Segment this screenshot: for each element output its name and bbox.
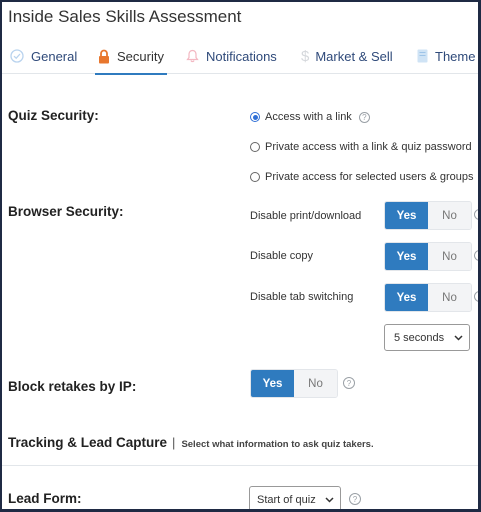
yes-option[interactable]: Yes (385, 243, 428, 270)
check-circle-icon (10, 49, 24, 63)
tab-label: Security (117, 48, 164, 64)
radio-label: Private access with a link & quiz passwo… (265, 141, 472, 153)
radio-button[interactable] (250, 112, 260, 122)
tab-switch-delay-select[interactable]: 5 seconds (384, 324, 470, 351)
yes-option[interactable]: Yes (251, 370, 294, 397)
tab-security[interactable]: Security (95, 38, 167, 75)
tab-label: General (31, 48, 78, 64)
chevron-down-icon (325, 495, 334, 507)
tab-notifications[interactable]: Notifications (186, 38, 277, 74)
select-value: 5 seconds (394, 331, 445, 344)
tracking-separator: | (172, 435, 176, 450)
radio-label: Private access for selected users & grou… (265, 171, 474, 183)
radio-private-users-groups[interactable]: Private access for selected users & grou… (250, 171, 473, 183)
disable-tab-switching-label: Disable tab switching (250, 291, 354, 303)
radio-private-link-password[interactable]: Private access with a link & quiz passwo… (250, 141, 472, 153)
radio-label: Access with a link (265, 111, 352, 123)
disable-print-label: Disable print/download (250, 210, 362, 222)
document-icon (417, 49, 428, 63)
block-retakes-label: Block retakes by IP: (8, 379, 137, 394)
tab-bar: General Security Notifications $ Market … (2, 38, 478, 75)
tab-market-sell[interactable]: $ Market & Sell (301, 38, 393, 74)
tracking-subtitle: Select what information to ask quiz take… (181, 439, 374, 450)
radio-access-with-link[interactable]: Access with a link ? (250, 111, 370, 123)
no-option[interactable]: No (294, 370, 337, 397)
no-option[interactable]: No (428, 284, 471, 311)
tab-theme[interactable]: Theme (417, 38, 475, 74)
lock-icon (98, 49, 110, 64)
disable-tab-switching-toggle[interactable]: Yes No (384, 283, 472, 312)
yes-option[interactable]: Yes (385, 202, 428, 229)
help-icon[interactable]: ? (349, 493, 361, 505)
help-icon[interactable] (474, 250, 478, 261)
yes-option[interactable]: Yes (385, 284, 428, 311)
chevron-down-icon (454, 333, 463, 345)
tab-label: Notifications (206, 48, 277, 64)
tab-general[interactable]: General (10, 38, 77, 74)
tab-label: Market & Sell (315, 48, 393, 64)
tab-label: Theme (435, 48, 476, 64)
tracking-header: Tracking & Lead Capture | Select what in… (8, 435, 374, 450)
radio-button[interactable] (250, 172, 260, 182)
divider (2, 465, 478, 466)
help-icon[interactable]: ? (358, 111, 370, 123)
block-retakes-toggle[interactable]: Yes No (250, 369, 338, 398)
lead-form-label: Lead Form: (8, 491, 82, 506)
bell-icon (186, 49, 199, 63)
help-icon[interactable] (474, 291, 478, 302)
tracking-title: Tracking & Lead Capture (8, 435, 168, 450)
page-title: Inside Sales Skills Assessment (8, 7, 242, 26)
disable-copy-toggle[interactable]: Yes No (384, 242, 472, 271)
browser-security-label: Browser Security: (8, 204, 124, 219)
disable-copy-label: Disable copy (250, 250, 313, 262)
no-option[interactable]: No (428, 202, 471, 229)
lead-form-select[interactable]: Start of quiz (249, 486, 341, 509)
help-icon[interactable] (474, 209, 478, 220)
app-window: Inside Sales Skills Assessment General S… (0, 0, 481, 512)
dollar-icon: $ (301, 47, 310, 65)
radio-button[interactable] (250, 142, 260, 152)
select-value: Start of quiz (257, 493, 316, 506)
help-icon[interactable]: ? (343, 377, 355, 389)
disable-print-toggle[interactable]: Yes No (384, 201, 472, 230)
quiz-security-label: Quiz Security: (8, 108, 99, 123)
no-option[interactable]: No (428, 243, 471, 270)
